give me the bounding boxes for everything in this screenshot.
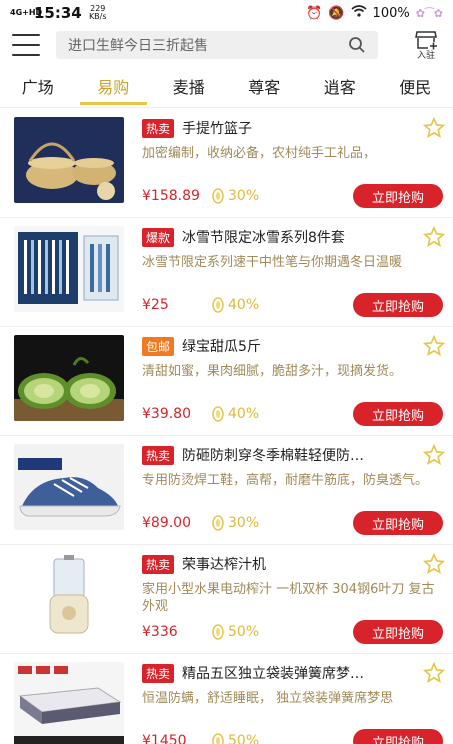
- product-title[interactable]: 绿宝甜瓜5斤: [182, 336, 261, 356]
- product-title[interactable]: 精品五区独立袋装弹簧席梦…: [182, 663, 364, 683]
- bamboo-basket-image[interactable]: [14, 117, 124, 203]
- store-join-label: 入驻: [416, 50, 435, 61]
- buy-now-button[interactable]: 立即抢购: [353, 402, 443, 426]
- search-icon[interactable]: [348, 36, 366, 54]
- store-join-button[interactable]: 入驻: [411, 30, 441, 61]
- discount-percent: 40%: [212, 297, 259, 313]
- tab-guangchang[interactable]: 广场: [0, 64, 76, 107]
- discount-value: 30%: [228, 515, 260, 531]
- discount-percent: 30%: [212, 515, 259, 531]
- discount-value: 40%: [228, 297, 260, 313]
- discount-percent: 50%: [212, 733, 259, 744]
- clock: 15:34: [34, 4, 82, 22]
- product-tag: 热卖: [142, 663, 175, 683]
- tab-yigou[interactable]: 易购: [76, 64, 152, 107]
- signal-indicator: 4G+HD: [10, 8, 43, 17]
- product-card[interactable]: 热卖 防砸防刺穿冬季棉鞋轻便防… 专用防烫焊工鞋，高帮，耐磨牛筋底，防臭透气。 …: [0, 436, 453, 545]
- tab-xiaoke[interactable]: 逍客: [302, 64, 378, 107]
- coin-icon: [212, 733, 224, 744]
- mute-icon: 🔕: [328, 5, 345, 21]
- category-tabs: 广场 易购 麦播 尊客 逍客 便民: [0, 64, 453, 108]
- favorite-star-icon[interactable]: [423, 117, 445, 139]
- discount-value: 50%: [228, 733, 260, 744]
- product-price: ¥39.80: [142, 406, 191, 422]
- net-speed-unit: KB/s: [88, 12, 107, 21]
- favorite-star-icon[interactable]: [423, 444, 445, 466]
- tab-zunke[interactable]: 尊客: [227, 64, 303, 107]
- product-price: ¥1450: [142, 733, 187, 744]
- buy-now-button[interactable]: 立即抢购: [353, 511, 443, 535]
- top-bar: 进口生鲜今日三折起售 入驻: [0, 26, 453, 64]
- search-input[interactable]: 进口生鲜今日三折起售: [56, 31, 378, 59]
- buy-now-button[interactable]: 立即抢购: [353, 184, 443, 208]
- net-speed: 229 KB/s: [88, 5, 108, 21]
- product-list: 热卖 手提竹篮子 加密编制，收纳必备，农村纯手工礼品， ¥158.89 30% …: [0, 109, 453, 744]
- alarm-icon: ⏰: [306, 5, 323, 21]
- product-description: 专用防烫焊工鞋，高帮，耐磨牛筋底，防臭透气。: [142, 473, 429, 488]
- product-tag: 热卖: [142, 118, 175, 138]
- favorite-star-icon[interactable]: [423, 553, 445, 575]
- discount-percent: 30%: [212, 188, 259, 204]
- product-description: 清甜如蜜，果肉细腻，脆甜多汁，现摘发货。: [142, 364, 403, 379]
- coin-icon: [212, 515, 224, 531]
- favorite-star-icon[interactable]: [423, 226, 445, 248]
- product-card[interactable]: 热卖 手提竹篮子 加密编制，收纳必备，农村纯手工礼品， ¥158.89 30% …: [0, 109, 453, 218]
- discount-value: 40%: [228, 406, 260, 422]
- favorite-star-icon[interactable]: [423, 662, 445, 684]
- product-description: 冰雪节限定系列速干中性笔与你期遇冬日温暖: [142, 255, 403, 270]
- buy-now-button[interactable]: 立即抢购: [353, 293, 443, 317]
- product-tag: 包邮: [142, 336, 175, 356]
- product-price: ¥89.00: [142, 515, 191, 531]
- product-title[interactable]: 防砸防刺穿冬季棉鞋轻便防…: [182, 445, 364, 465]
- product-description: 家用小型水果电动榨汁 一机双杯 304钢6叶刀 复古外观: [142, 582, 435, 614]
- product-price: ¥25: [142, 297, 169, 313]
- buy-now-button[interactable]: 立即抢购: [353, 729, 443, 744]
- product-description: 加密编制，收纳必备，农村纯手工礼品，: [142, 146, 377, 161]
- pen-set-image[interactable]: [14, 226, 124, 312]
- menu-icon[interactable]: [12, 34, 40, 56]
- discount-percent: 50%: [212, 624, 259, 640]
- product-card[interactable]: 热卖 精品五区独立袋装弹簧席梦… 恒温防螨，舒适睡眠， 独立袋装弹簧席梦思 ¥1…: [0, 654, 453, 744]
- tab-maibo[interactable]: 麦播: [151, 64, 227, 107]
- buy-now-button[interactable]: 立即抢购: [353, 620, 443, 644]
- wifi-icon: [351, 5, 367, 21]
- product-tag: 热卖: [142, 554, 175, 574]
- juicer-image[interactable]: [14, 553, 124, 639]
- battery-level: 100%: [372, 5, 410, 21]
- product-title[interactable]: 冰雪节限定冰雪系列8件套: [182, 227, 345, 247]
- decoration-icon: ✿⁀✿: [415, 6, 443, 20]
- shoe-image[interactable]: [14, 444, 124, 530]
- product-price: ¥158.89: [142, 188, 200, 204]
- product-tag: 热卖: [142, 445, 175, 465]
- discount-value: 50%: [228, 624, 260, 640]
- status-bar: 4G+HD 15:34 229 KB/s ⏰ 🔕 100% ✿⁀✿: [0, 0, 453, 26]
- product-tag: 爆款: [142, 227, 175, 247]
- store-icon: [415, 30, 437, 49]
- product-price: ¥336: [142, 624, 178, 640]
- product-card[interactable]: 爆款 冰雪节限定冰雪系列8件套 冰雪节限定系列速干中性笔与你期遇冬日温暖 ¥25…: [0, 218, 453, 327]
- product-title[interactable]: 荣事达榨汁机: [182, 554, 266, 574]
- coin-icon: [212, 406, 224, 422]
- product-title[interactable]: 手提竹篮子: [182, 118, 252, 138]
- mattress-image[interactable]: [14, 662, 124, 744]
- product-card[interactable]: 热卖 荣事达榨汁机 家用小型水果电动榨汁 一机双杯 304钢6叶刀 复古外观 ¥…: [0, 545, 453, 654]
- product-card[interactable]: 包邮 绿宝甜瓜5斤 清甜如蜜，果肉细腻，脆甜多汁，现摘发货。 ¥39.80 40…: [0, 327, 453, 436]
- discount-value: 30%: [228, 188, 260, 204]
- discount-percent: 40%: [212, 406, 259, 422]
- product-description: 恒温防螨，舒适睡眠， 独立袋装弹簧席梦思: [142, 691, 394, 706]
- coin-icon: [212, 297, 224, 313]
- coin-icon: [212, 624, 224, 640]
- favorite-star-icon[interactable]: [423, 335, 445, 357]
- melon-image[interactable]: [14, 335, 124, 421]
- search-placeholder: 进口生鲜今日三折起售: [68, 38, 208, 54]
- tab-bianmin[interactable]: 便民: [378, 64, 453, 107]
- coin-icon: [212, 188, 224, 204]
